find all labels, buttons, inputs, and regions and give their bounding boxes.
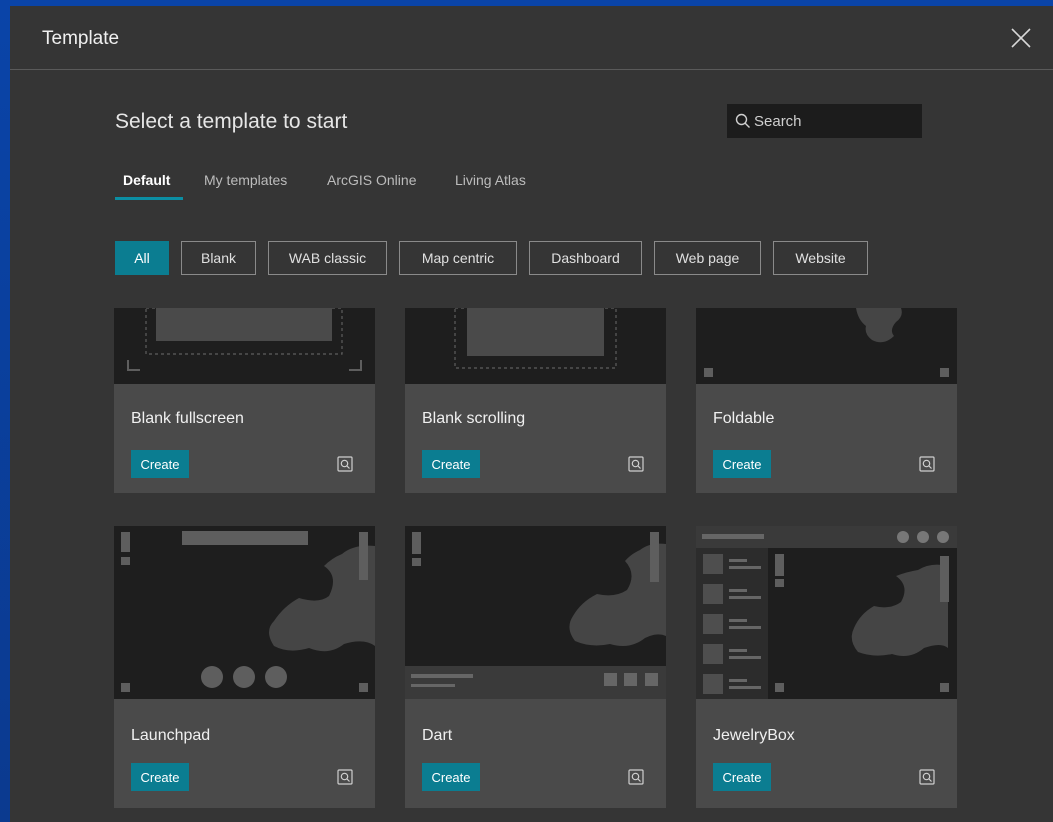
search-box[interactable] bbox=[727, 104, 922, 138]
template-card-dart[interactable]: Dart Create bbox=[405, 526, 666, 808]
filter-blank[interactable]: Blank bbox=[181, 241, 256, 275]
search-icon bbox=[735, 113, 750, 128]
filter-website[interactable]: Website bbox=[773, 241, 868, 275]
card-thumbnail bbox=[696, 526, 957, 699]
template-card-foldable[interactable]: Foldable Create bbox=[696, 308, 957, 493]
search-input[interactable] bbox=[754, 104, 914, 138]
card-thumbnail bbox=[114, 526, 375, 699]
card-thumbnail bbox=[114, 308, 375, 384]
jewelrybox-preview bbox=[696, 526, 957, 699]
launchpad-preview bbox=[121, 531, 375, 692]
create-button[interactable]: Create bbox=[713, 450, 771, 478]
tab-my-templates[interactable]: My templates bbox=[204, 172, 287, 188]
preview-icon[interactable] bbox=[337, 456, 353, 472]
filter-all[interactable]: All bbox=[115, 241, 169, 275]
create-button[interactable]: Create bbox=[131, 763, 189, 791]
card-title: Blank fullscreen bbox=[131, 410, 244, 427]
card-title: Blank scrolling bbox=[422, 410, 526, 427]
tab-living-atlas[interactable]: Living Atlas bbox=[455, 172, 526, 188]
create-button[interactable]: Create bbox=[422, 763, 480, 791]
template-card-jewelrybox[interactable]: JewelryBox Create bbox=[696, 526, 957, 808]
preview-icon[interactable] bbox=[628, 769, 644, 785]
card-thumbnail bbox=[405, 526, 666, 699]
blank-scrolling-preview bbox=[454, 308, 617, 369]
create-button[interactable]: Create bbox=[131, 450, 189, 478]
template-card-launchpad[interactable]: Launchpad Create bbox=[114, 526, 375, 808]
card-title: Foldable bbox=[713, 410, 775, 427]
template-card-blank-fullscreen[interactable]: Blank fullscreen Create bbox=[114, 308, 375, 493]
blank-fullscreen-preview bbox=[127, 308, 362, 371]
dart-preview bbox=[405, 532, 666, 699]
preview-icon[interactable] bbox=[919, 456, 935, 472]
card-thumbnail bbox=[405, 308, 666, 384]
active-tab-indicator bbox=[115, 197, 183, 200]
preview-icon[interactable] bbox=[628, 456, 644, 472]
create-button[interactable]: Create bbox=[422, 450, 480, 478]
filter-map-centric[interactable]: Map centric bbox=[399, 241, 517, 275]
close-icon bbox=[1011, 28, 1031, 48]
card-thumbnail bbox=[696, 308, 957, 384]
card-title: Dart bbox=[422, 727, 453, 744]
template-dialog: Template Select a template to start Defa… bbox=[10, 6, 1053, 822]
page-title: Select a template to start bbox=[115, 110, 348, 133]
dialog-header: Template bbox=[10, 6, 1053, 70]
card-title: JewelryBox bbox=[713, 727, 795, 744]
foldable-preview bbox=[704, 308, 949, 377]
close-button[interactable] bbox=[1009, 26, 1033, 50]
preview-icon[interactable] bbox=[919, 769, 935, 785]
create-button[interactable]: Create bbox=[713, 763, 771, 791]
tab-arcgis-online[interactable]: ArcGIS Online bbox=[327, 172, 416, 188]
filter-wab-classic[interactable]: WAB classic bbox=[268, 241, 387, 275]
preview-icon[interactable] bbox=[337, 769, 353, 785]
filter-dashboard[interactable]: Dashboard bbox=[529, 241, 642, 275]
tab-default[interactable]: Default bbox=[123, 172, 170, 188]
template-card-blank-scrolling[interactable]: Blank scrolling Create bbox=[405, 308, 666, 493]
card-title: Launchpad bbox=[131, 727, 211, 744]
dialog-title: Template bbox=[42, 28, 120, 49]
filter-web-page[interactable]: Web page bbox=[654, 241, 761, 275]
